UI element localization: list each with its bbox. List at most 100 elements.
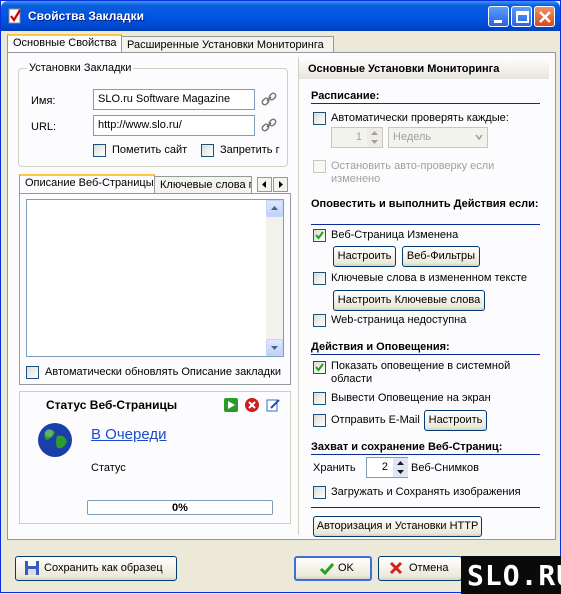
description-scrollbar[interactable] [266,200,283,356]
show-tray-checkbox[interactable] [313,361,326,374]
checkmark-icon [315,231,324,240]
tab-keywords[interactable]: Ключевые слова п [154,176,252,193]
link-icon[interactable] [261,91,277,107]
window-title: Свойства Закладки [28,9,145,23]
mark-site-label: Пометить сайт [112,144,188,156]
edit-icon[interactable] [266,398,280,412]
bookmark-settings-legend: Установки Закладки [27,62,134,74]
keywords-changed-label: Ключевые слова в измененном тексте [331,272,528,284]
url-field[interactable]: http://www.slo.ru/ [93,115,255,136]
forbid-checkbox[interactable] [201,144,214,157]
arrow-down-icon [271,346,278,350]
auth-divider [311,507,540,508]
page-unavailable-label: Web-страница недоступна [331,314,467,326]
auto-check-label: Автоматически проверять каждые: [331,112,509,124]
actions-heading: Действия и Оповещения: [311,341,450,353]
close-icon [539,11,551,23]
auto-update-description-checkbox[interactable] [26,366,39,379]
schedule-heading: Расписание: [311,90,380,102]
scroll-down-button[interactable] [266,339,283,356]
forbid-label: Запретить г [220,144,280,156]
ok-checkmark-icon [319,563,335,576]
spinner-arrows-icon[interactable] [367,128,382,147]
name-label: Имя: [31,95,56,107]
stop-auto-check-checkbox[interactable] [313,160,326,173]
queue-link[interactable]: В Очереди [91,426,166,443]
name-field[interactable]: SLO.ru Software Magazine [93,89,255,110]
configure-change-button[interactable]: Настроить [333,246,396,267]
bookmark-settings-group: Установки Закладки Имя: SLO.ru Software … [18,62,288,167]
auto-update-description-label: Автоматически обновлять Описание закладк… [45,366,282,378]
description-panel: Автоматически обновлять Описание закладк… [19,193,291,385]
play-icon[interactable] [224,398,238,412]
capture-heading: Захват и сохранение Веб-Страниц: [311,441,503,453]
page-changed-checkbox[interactable] [313,229,326,242]
arrow-up-icon [271,206,278,210]
maximize-icon [516,11,529,23]
mark-site-checkbox[interactable] [93,144,106,157]
monitoring-title: Основные Установки Мониторинга [299,57,549,79]
ok-label: OK [338,562,354,574]
title-bar[interactable]: Свойства Закладки [1,1,560,31]
show-screen-checkbox[interactable] [313,392,326,405]
watermark-text: SLO.RU [467,559,561,592]
status-label: Статус [91,462,126,474]
spinner-arrows-icon[interactable] [393,458,408,477]
save-images-checkbox[interactable] [313,486,326,499]
save-images-label: Загружать и Сохранять изображения [331,486,521,498]
minimize-button[interactable] [488,6,509,27]
tab-scroll-right-button[interactable] [273,177,288,192]
progress-text: 0% [172,502,188,514]
show-tray-label: Показать оповещение в системной области [331,360,511,385]
stop-icon[interactable] [245,398,259,412]
url-label: URL: [31,121,57,133]
keywords-changed-checkbox[interactable] [313,272,326,285]
email-configure-button[interactable]: Настроить [424,410,487,431]
link-icon[interactable] [261,117,277,133]
checkmark-icon [315,363,324,372]
notify-heading: Оповестить и выполнить Действия если: [311,198,539,210]
globe-icon [38,423,72,457]
chevron-left-icon [262,181,266,188]
configure-keywords-button[interactable]: Настроить Ключевые слова [333,290,485,311]
snapshots-label: Веб-Снимков [411,462,479,474]
save-template-button[interactable]: Сохранить как образец [15,556,177,581]
auth-http-button[interactable]: Авторизация и Установки HTTP [313,516,482,537]
chevron-down-icon [475,134,483,141]
maximize-button[interactable] [511,6,532,27]
chevron-right-icon [279,181,283,188]
minimize-icon [494,20,502,23]
stop-auto-check-label: Остановить авто-проверку если изменено [331,160,495,185]
page-changed-label: Веб-Страница Изменена [331,229,459,241]
keep-label: Хранить [313,462,356,474]
actions-divider [311,354,540,355]
page-unavailable-checkbox[interactable] [313,314,326,327]
cancel-x-icon [389,561,403,575]
web-filters-button[interactable]: Веб-Фильтры [402,246,480,267]
bookmark-app-icon [8,8,21,24]
cancel-label: Отмена [409,562,449,574]
send-email-label: Отправить E-Mail [331,414,420,426]
notify-divider [311,224,540,225]
description-textarea[interactable] [26,199,284,357]
floppy-disk-icon [25,561,39,575]
send-email-checkbox[interactable] [313,414,326,427]
scroll-up-button[interactable] [266,200,283,217]
save-template-label: Сохранить как образец [44,562,163,574]
cancel-button[interactable]: Отмена [378,556,462,581]
bookmark-properties-window: Свойства Закладки Основные Свойства Расш… [0,0,561,594]
tab-page: Установки Закладки Имя: SLO.ru Software … [7,52,556,540]
slo-watermark-logo: SLO.RU [461,556,561,594]
tab-scroll-left-button[interactable] [257,177,272,192]
status-title: Статус Веб-Страницы [46,398,178,412]
monitoring-panel: Основные Установки Мониторинга Расписани… [298,57,549,537]
status-panel: Статус Веб-Страницы В Очереди Статус 0% [19,391,291,524]
tab-advanced-monitoring[interactable]: Расширенные Установки Мониторинга [121,36,334,53]
close-window-button[interactable] [534,6,555,27]
schedule-divider [311,103,540,104]
auto-check-checkbox[interactable] [313,112,326,125]
capture-divider [311,454,540,455]
tab-page-description[interactable]: Описание Веб-Страницы [19,174,155,193]
tab-basic-properties[interactable]: Основные Свойства [7,34,122,53]
ok-button[interactable]: OK [294,556,372,581]
